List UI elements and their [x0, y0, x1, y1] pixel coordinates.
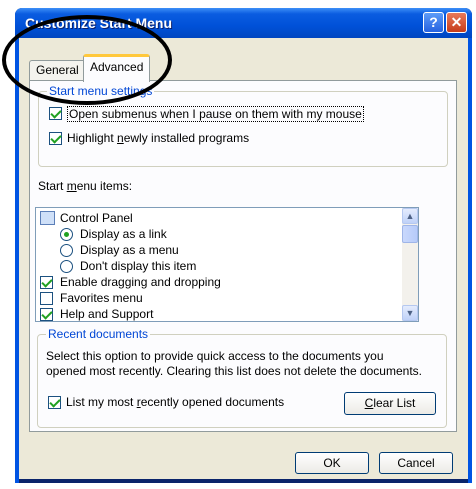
favorites-menu-checkbox[interactable] [40, 292, 53, 305]
frame-right [468, 38, 472, 483]
help-support-checkbox[interactable] [40, 308, 53, 321]
help-icon: ? [429, 14, 438, 30]
highlight-label-part1: Highlight [67, 131, 118, 145]
recent-description-line1: Select this option to provide quick acce… [46, 349, 384, 363]
highlight-new-programs-checkbox[interactable] [49, 132, 62, 145]
recent-documents-group: Recent documents Select this option to p… [37, 327, 447, 428]
start-menu-items-listbox[interactable]: Control Panel Display as a link Display … [35, 207, 419, 322]
items-label-part1: Start [38, 179, 67, 193]
chevron-up-icon: ▲ [405, 211, 415, 221]
highlight-new-programs-label[interactable]: Highlight newly installed programs [67, 131, 249, 145]
ok-button[interactable]: OK [295, 452, 369, 474]
list-recent-documents-label[interactable]: List my most recently opened documents [66, 395, 284, 409]
list-item[interactable]: Display as a menu [80, 243, 179, 257]
list-recent-part1: List my most [66, 395, 137, 409]
list-item[interactable]: Enable dragging and dropping [60, 275, 221, 289]
cancel-label: Cancel [397, 456, 435, 470]
help-button[interactable]: ? [423, 12, 444, 33]
display-as-link-radio[interactable] [60, 228, 73, 241]
control-panel-icon [40, 211, 55, 225]
clear-list-label: lear List [373, 396, 416, 410]
scroll-up-button[interactable]: ▲ [402, 208, 418, 224]
annotation-ellipse [2, 15, 172, 105]
items-label-part2: enu items: [76, 179, 133, 193]
scroll-down-button[interactable]: ▼ [402, 305, 418, 321]
cancel-button[interactable]: Cancel [379, 452, 453, 474]
ok-label: OK [323, 456, 341, 470]
display-as-menu-radio[interactable] [60, 244, 73, 257]
list-recent-documents-checkbox[interactable] [48, 396, 61, 409]
highlight-label-accel: n [117, 131, 124, 145]
clear-list-accel: C [364, 396, 374, 410]
list-item[interactable]: Display as a link [80, 227, 167, 241]
open-submenus-label[interactable]: Open submenus when I pause on them with … [67, 106, 364, 122]
clear-list-button[interactable]: Clear List [344, 392, 436, 415]
dont-display-radio[interactable] [60, 260, 73, 273]
list-item: Control Panel [60, 211, 133, 225]
recent-description-line2: opened most recently. Clearing this list… [46, 364, 422, 378]
close-button[interactable]: ✕ [446, 12, 467, 33]
open-submenus-checkbox[interactable] [49, 107, 62, 120]
recent-documents-legend: Recent documents [46, 327, 151, 341]
list-recent-part2: ecently opened documents [140, 395, 285, 409]
scroll-thumb[interactable] [402, 225, 418, 243]
chevron-down-icon: ▼ [405, 308, 415, 318]
list-item[interactable]: Favorites menu [60, 291, 143, 305]
close-icon: ✕ [450, 14, 463, 30]
list-item[interactable]: Help and Support [60, 307, 153, 321]
list-item[interactable]: Don't display this item [80, 259, 196, 273]
start-menu-items-label: Start menu items: [38, 179, 132, 193]
highlight-label-part2: ewly installed programs [123, 131, 250, 145]
items-label-accel: m [66, 179, 77, 193]
listbox-scrollbar[interactable]: ▲ ▼ [402, 208, 418, 321]
enable-dragging-checkbox[interactable] [40, 276, 53, 289]
